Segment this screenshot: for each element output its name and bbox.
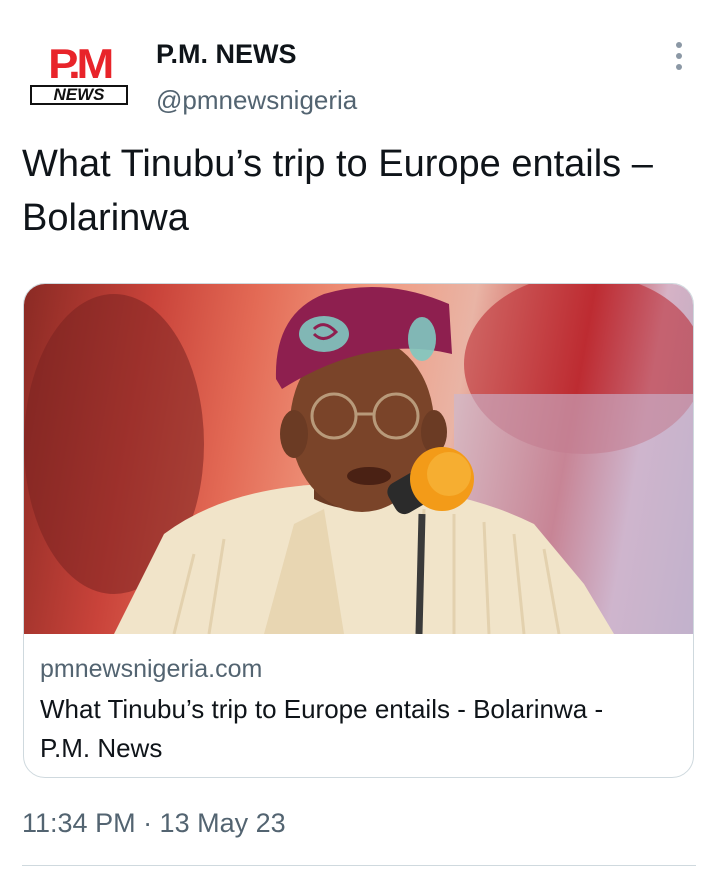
tweet-text: What Tinubu’s trip to Europe entails – B… [22,143,653,239]
card-domain: pmnewsnigeria.com [40,655,263,683]
logo-text-bottom: NEWS [30,85,128,105]
speaker-illustration [24,284,693,634]
card-title[interactable]: What Tinubu’s trip to Europe entails - B… [40,690,660,768]
divider [22,865,696,866]
user-handle[interactable]: @pmnewsnigeria [156,84,357,116]
article-photo[interactable] [24,284,693,634]
pm-news-logo[interactable]: P.M NEWS [30,43,128,106]
tweet-header: P.M NEWS P.M. NEWS @pmnewsnigeria [0,0,718,130]
more-options-icon[interactable] [664,40,694,72]
link-card[interactable]: pmnewsnigeria.com What Tinubu’s trip to … [23,283,694,778]
logo-text-top: P.M [48,40,114,87]
tweet-timestamp[interactable]: 11:34 PM · 13 May 23 [22,806,286,840]
display-name[interactable]: P.M. NEWS [156,38,297,70]
